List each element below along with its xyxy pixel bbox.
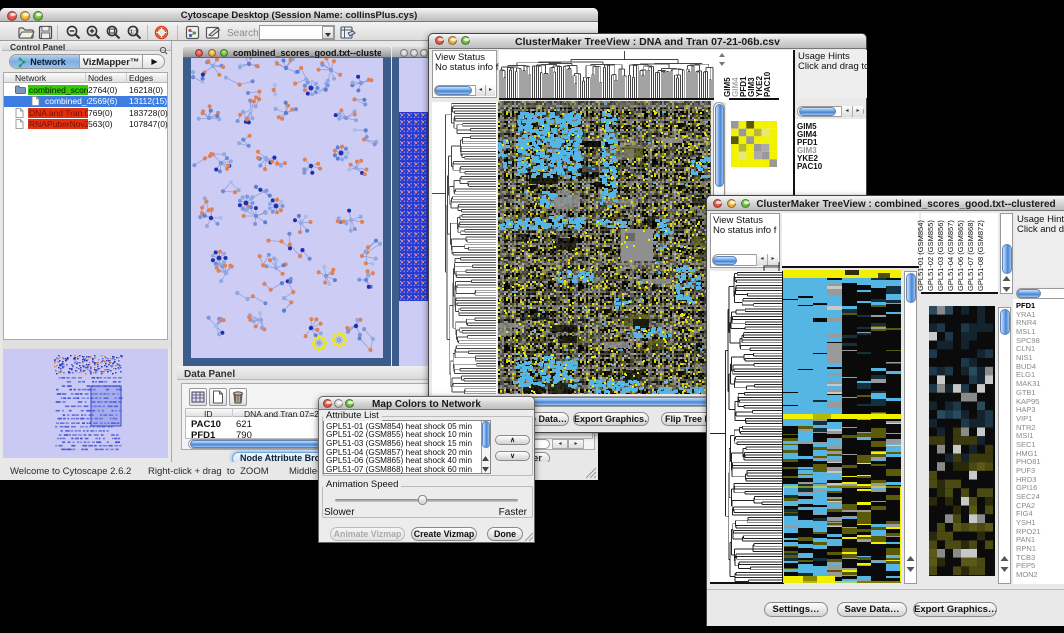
svg-text:1:1: 1:1 [130,30,138,36]
